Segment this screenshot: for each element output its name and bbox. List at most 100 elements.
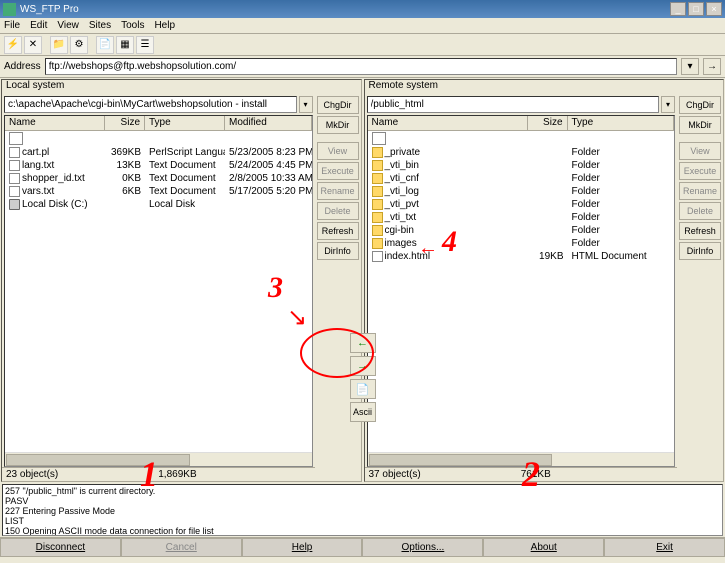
exit-button[interactable]: Exit — [604, 538, 725, 557]
disconnect-button[interactable]: Disconnect — [0, 538, 121, 557]
remote-path-input[interactable] — [367, 96, 660, 113]
folder-icon — [372, 199, 383, 210]
local-updir-icon[interactable] — [9, 132, 23, 145]
remote-refresh-button[interactable]: Refresh — [679, 222, 721, 240]
remote-hscroll[interactable] — [368, 452, 675, 466]
log-line: LIST — [5, 516, 24, 526]
local-status-objects: 23 object(s) — [6, 469, 158, 480]
main-area: Local system ▾ Name Size Type Modified c… — [0, 78, 725, 483]
menu-tools[interactable]: Tools — [121, 20, 144, 31]
log-line: 150 Opening ASCII mode data connection f… — [5, 526, 214, 536]
download-button[interactable]: ← — [350, 333, 376, 353]
remote-delete-button[interactable]: Delete — [679, 202, 721, 220]
toolbar: ⚡ ✕ 📁 ⚙ 📄 ▦ ☰ — [0, 34, 725, 56]
remote-col-name[interactable]: Name — [368, 116, 528, 130]
local-pane-label: Local system — [2, 80, 361, 94]
file-icon — [372, 251, 383, 262]
menu-help[interactable]: Help — [154, 20, 175, 31]
window-title: WS_FTP Pro — [20, 4, 670, 15]
menu-edit[interactable]: Edit — [30, 20, 47, 31]
local-dirinfo-button[interactable]: DirInfo — [317, 242, 359, 260]
table-row[interactable]: _vti_logFolder — [368, 185, 675, 198]
toolbar-view2-icon[interactable]: ☰ — [136, 36, 154, 54]
local-col-size[interactable]: Size — [105, 116, 145, 130]
help-button[interactable]: Help — [242, 538, 363, 557]
remote-col-type[interactable]: Type — [568, 116, 675, 130]
local-col-name[interactable]: Name — [5, 116, 105, 130]
table-row[interactable]: imagesFolder — [368, 237, 675, 250]
table-row[interactable]: Local Disk (C:)Local Disk — [5, 198, 312, 211]
log-pane[interactable]: 257 "/public_html" is current directory.… — [2, 484, 723, 536]
maximize-button[interactable]: □ — [688, 2, 704, 16]
local-path-dropdown-icon[interactable]: ▾ — [299, 96, 313, 113]
about-button[interactable]: About — [483, 538, 604, 557]
remote-execute-button[interactable]: Execute — [679, 162, 721, 180]
log-line-success: transferred 2560 bytes in 0.100 seconds,… — [5, 535, 289, 536]
close-button[interactable]: × — [706, 2, 722, 16]
log-line: 257 "/public_html" is current directory. — [5, 486, 155, 496]
drive-icon — [9, 199, 20, 210]
local-chgdir-button[interactable]: ChgDir — [317, 96, 359, 114]
remote-side-buttons: ChgDir MkDir View Execute Rename Delete … — [677, 94, 723, 481]
table-row[interactable]: _privateFolder — [368, 146, 675, 159]
remote-view-button[interactable]: View — [679, 142, 721, 160]
menu-view[interactable]: View — [57, 20, 79, 31]
remote-col-size[interactable]: Size — [528, 116, 568, 130]
table-row[interactable]: _vti_pvtFolder — [368, 198, 675, 211]
table-row[interactable]: index.html19KBHTML Document — [368, 250, 675, 263]
local-col-modified[interactable]: Modified — [225, 116, 312, 130]
cancel-button[interactable]: Cancel — [121, 538, 242, 557]
toolbar-view1-icon[interactable]: ▦ — [116, 36, 134, 54]
local-path-input[interactable] — [4, 96, 297, 113]
options-button[interactable]: Options... — [362, 538, 483, 557]
folder-icon — [372, 212, 383, 223]
remote-mkdir-button[interactable]: MkDir — [679, 116, 721, 134]
ascii-button[interactable]: Ascii — [350, 402, 376, 422]
toolbar-new-icon[interactable]: 📄 — [96, 36, 114, 54]
address-dropdown-icon[interactable]: ▾ — [681, 58, 699, 75]
local-delete-button[interactable]: Delete — [317, 202, 359, 220]
folder-icon — [372, 147, 383, 158]
table-row[interactable]: cgi-binFolder — [368, 224, 675, 237]
toolbar-disconnect-icon[interactable]: ✕ — [24, 36, 42, 54]
local-view-button[interactable]: View — [317, 142, 359, 160]
titlebar: WS_FTP Pro _ □ × — [0, 0, 725, 18]
remote-dirinfo-button[interactable]: DirInfo — [679, 242, 721, 260]
table-row[interactable]: vars.txt6KBText Document5/17/2005 5:20 P… — [5, 185, 312, 198]
minimize-button[interactable]: _ — [670, 2, 686, 16]
address-bar: Address ▾ → — [0, 56, 725, 78]
remote-rename-button[interactable]: Rename — [679, 182, 721, 200]
file-icon — [9, 186, 20, 197]
local-col-type[interactable]: Type — [145, 116, 225, 130]
table-row[interactable]: shopper_id.txt0KBText Document2/8/2005 1… — [5, 172, 312, 185]
local-rename-button[interactable]: Rename — [317, 182, 359, 200]
address-input[interactable] — [45, 58, 677, 75]
toolbar-connect-icon[interactable]: ⚡ — [4, 36, 22, 54]
transfer-mode-icon[interactable]: 📄 — [350, 379, 376, 399]
remote-path-dropdown-icon[interactable]: ▾ — [661, 96, 675, 113]
upload-button[interactable]: → — [350, 356, 376, 376]
menubar: File Edit View Sites Tools Help — [0, 18, 725, 34]
toolbar-options-icon[interactable]: ⚙ — [70, 36, 88, 54]
remote-listview[interactable]: Name Size Type _privateFolder_vti_binFol… — [367, 115, 676, 467]
address-go-icon[interactable]: → — [703, 58, 721, 75]
toolbar-sites-icon[interactable]: 📁 — [50, 36, 68, 54]
remote-updir-icon[interactable] — [372, 132, 386, 145]
log-line: 227 Entering Passive Mode — [5, 506, 115, 516]
table-row[interactable]: cart.pl369KBPerlScript Language5/23/2005… — [5, 146, 312, 159]
table-row[interactable]: _vti_txtFolder — [368, 211, 675, 224]
table-row[interactable]: _vti_cnfFolder — [368, 172, 675, 185]
menu-file[interactable]: File — [4, 20, 20, 31]
menu-sites[interactable]: Sites — [89, 20, 111, 31]
local-execute-button[interactable]: Execute — [317, 162, 359, 180]
local-hscroll[interactable] — [5, 452, 312, 466]
table-row[interactable]: _vti_binFolder — [368, 159, 675, 172]
local-refresh-button[interactable]: Refresh — [317, 222, 359, 240]
local-listview[interactable]: Name Size Type Modified cart.pl369KBPerl… — [4, 115, 313, 467]
local-mkdir-button[interactable]: MkDir — [317, 116, 359, 134]
local-pane: Local system ▾ Name Size Type Modified c… — [1, 79, 362, 482]
remote-chgdir-button[interactable]: ChgDir — [679, 96, 721, 114]
table-row[interactable]: lang.txt13KBText Document5/24/2005 4:45 … — [5, 159, 312, 172]
folder-icon — [372, 173, 383, 184]
transfer-buttons: ← → 📄 Ascii — [349, 333, 377, 422]
